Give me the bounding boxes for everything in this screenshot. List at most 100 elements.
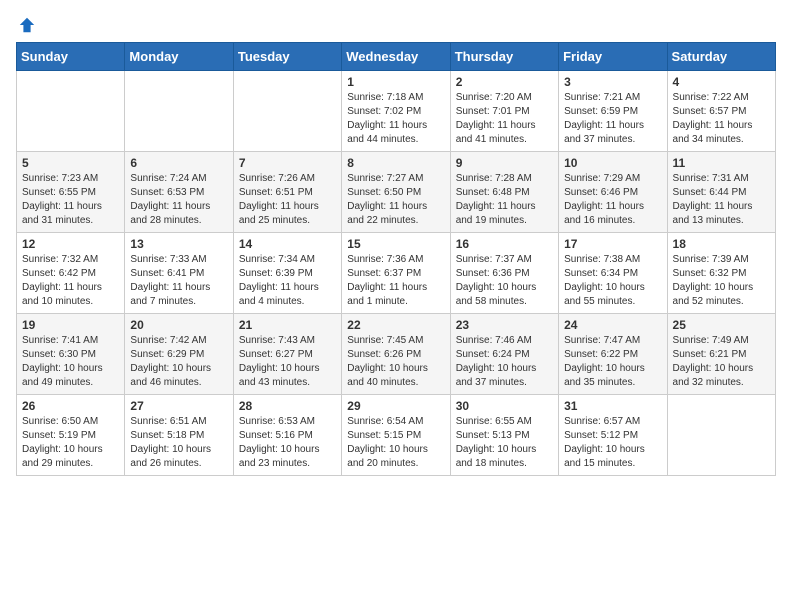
day-info: Sunrise: 7:42 AMSunset: 6:29 PMDaylight:… [130, 334, 227, 390]
calendar-cell: 12 Sunrise: 7:32 AMSunset: 6:42 PMDayligh… [17, 233, 125, 314]
calendar-cell: 7Sunrise: 7:26 AMSunset: 6:51 PMDaylight… [233, 152, 341, 233]
day-number: 19 [22, 318, 119, 332]
calendar-day-header: Monday [125, 43, 233, 71]
calendar-cell: 19 Sunrise: 7:41 AMSunset: 6:30 PMDayligh… [17, 314, 125, 395]
day-number: 8 [347, 156, 444, 170]
day-info: Sunrise: 7:47 AMSunset: 6:22 PMDaylight:… [564, 334, 661, 390]
calendar-cell: 2 Sunrise: 7:20 AMSunset: 7:01 PMDaylight… [450, 71, 558, 152]
day-info: Sunrise: 7:21 AMSunset: 6:59 PMDaylight:… [564, 91, 661, 147]
calendar-cell: 28 Sunrise: 6:53 AMSunset: 5:16 PMDayligh… [233, 395, 341, 476]
day-number: 22 [347, 318, 444, 332]
calendar-cell [233, 71, 341, 152]
calendar-cell: 15 Sunrise: 7:36 AMSunset: 6:37 PMDayligh… [342, 233, 450, 314]
calendar-cell: 21Sunrise: 7:43 AMSunset: 6:27 PMDayligh… [233, 314, 341, 395]
calendar-cell: 4 Sunrise: 7:22 AMSunset: 6:57 PMDaylight… [667, 71, 775, 152]
day-number: 5 [22, 156, 119, 170]
day-number: 6 [130, 156, 227, 170]
calendar-cell: 6 Sunrise: 7:24 AMSunset: 6:53 PMDaylight… [125, 152, 233, 233]
day-number: 11 [673, 156, 770, 170]
calendar-week-row: 1 Sunrise: 7:18 AMSunset: 7:02 PMDaylight… [17, 71, 776, 152]
day-number: 30 [456, 399, 553, 413]
calendar-cell: 26Sunrise: 6:50 AMSunset: 5:19 PMDayligh… [17, 395, 125, 476]
day-info: Sunrise: 7:18 AMSunset: 7:02 PMDaylight:… [347, 91, 444, 147]
calendar-cell: 22 Sunrise: 7:45 AMSunset: 6:26 PMDayligh… [342, 314, 450, 395]
calendar-day-header: Saturday [667, 43, 775, 71]
day-number: 9 [456, 156, 553, 170]
calendar-week-row: 26Sunrise: 6:50 AMSunset: 5:19 PMDayligh… [17, 395, 776, 476]
day-info: Sunrise: 7:41 AMSunset: 6:30 PMDaylight:… [22, 334, 119, 390]
day-number: 3 [564, 75, 661, 89]
logo-text [16, 16, 36, 34]
calendar-day-header: Tuesday [233, 43, 341, 71]
calendar-cell: 24Sunrise: 7:47 AMSunset: 6:22 PMDayligh… [559, 314, 667, 395]
day-number: 18 [673, 237, 770, 251]
day-info: Sunrise: 7:20 AMSunset: 7:01 PMDaylight:… [456, 91, 553, 147]
day-info: Sunrise: 7:39 AMSunset: 6:32 PMDaylight:… [673, 253, 770, 309]
day-info: Sunrise: 7:49 AMSunset: 6:21 PMDaylight:… [673, 334, 770, 390]
day-info: Sunrise: 7:36 AMSunset: 6:37 PMDaylight:… [347, 253, 444, 309]
calendar-cell: 3 Sunrise: 7:21 AMSunset: 6:59 PMDaylight… [559, 71, 667, 152]
calendar-cell: 8 Sunrise: 7:27 AMSunset: 6:50 PMDaylight… [342, 152, 450, 233]
calendar-cell: 5 Sunrise: 7:23 AMSunset: 6:55 PMDaylight… [17, 152, 125, 233]
day-info: Sunrise: 7:24 AMSunset: 6:53 PMDaylight:… [130, 172, 227, 228]
calendar-week-row: 19 Sunrise: 7:41 AMSunset: 6:30 PMDayligh… [17, 314, 776, 395]
calendar-cell: 25 Sunrise: 7:49 AMSunset: 6:21 PMDayligh… [667, 314, 775, 395]
day-info: Sunrise: 7:45 AMSunset: 6:26 PMDaylight:… [347, 334, 444, 390]
day-number: 31 [564, 399, 661, 413]
day-number: 15 [347, 237, 444, 251]
day-info: Sunrise: 7:38 AMSunset: 6:34 PMDaylight:… [564, 253, 661, 309]
day-number: 4 [673, 75, 770, 89]
day-number: 10 [564, 156, 661, 170]
day-number: 13 [130, 237, 227, 251]
calendar-cell: 10 Sunrise: 7:29 AMSunset: 6:46 PMDayligh… [559, 152, 667, 233]
calendar-cell [17, 71, 125, 152]
day-number: 20 [130, 318, 227, 332]
calendar-cell: 16 Sunrise: 7:37 AMSunset: 6:36 PMDayligh… [450, 233, 558, 314]
calendar-cell: 20 Sunrise: 7:42 AMSunset: 6:29 PMDayligh… [125, 314, 233, 395]
day-info: Sunrise: 7:27 AMSunset: 6:50 PMDaylight:… [347, 172, 444, 228]
day-number: 26 [22, 399, 119, 413]
day-number: 27 [130, 399, 227, 413]
day-info: Sunrise: 7:34 AMSunset: 6:39 PMDaylight:… [239, 253, 336, 309]
day-info: Sunrise: 7:37 AMSunset: 6:36 PMDaylight:… [456, 253, 553, 309]
day-info: Sunrise: 7:28 AMSunset: 6:48 PMDaylight:… [456, 172, 553, 228]
calendar-cell: 31 Sunrise: 6:57 AMSunset: 5:12 PMDayligh… [559, 395, 667, 476]
calendar-day-header: Wednesday [342, 43, 450, 71]
calendar-cell: 1 Sunrise: 7:18 AMSunset: 7:02 PMDaylight… [342, 71, 450, 152]
day-number: 16 [456, 237, 553, 251]
logo-icon [18, 16, 36, 34]
day-info: Sunrise: 7:29 AMSunset: 6:46 PMDaylight:… [564, 172, 661, 228]
day-number: 1 [347, 75, 444, 89]
calendar-week-row: 12 Sunrise: 7:32 AMSunset: 6:42 PMDayligh… [17, 233, 776, 314]
day-info: Sunrise: 7:23 AMSunset: 6:55 PMDaylight:… [22, 172, 119, 228]
calendar-cell: 14Sunrise: 7:34 AMSunset: 6:39 PMDayligh… [233, 233, 341, 314]
calendar-cell: 9 Sunrise: 7:28 AMSunset: 6:48 PMDaylight… [450, 152, 558, 233]
calendar-cell: 18 Sunrise: 7:39 AMSunset: 6:32 PMDayligh… [667, 233, 775, 314]
logo [16, 16, 36, 30]
day-number: 2 [456, 75, 553, 89]
day-info: Sunrise: 6:57 AMSunset: 5:12 PMDaylight:… [564, 415, 661, 471]
calendar-cell: 29 Sunrise: 6:54 AMSunset: 5:15 PMDayligh… [342, 395, 450, 476]
day-number: 17 [564, 237, 661, 251]
day-number: 28 [239, 399, 336, 413]
calendar-day-header: Friday [559, 43, 667, 71]
day-info: Sunrise: 7:22 AMSunset: 6:57 PMDaylight:… [673, 91, 770, 147]
day-info: Sunrise: 7:33 AMSunset: 6:41 PMDaylight:… [130, 253, 227, 309]
day-info: Sunrise: 7:26 AMSunset: 6:51 PMDaylight:… [239, 172, 336, 228]
calendar-cell: 23Sunrise: 7:46 AMSunset: 6:24 PMDayligh… [450, 314, 558, 395]
calendar-cell: 17 Sunrise: 7:38 AMSunset: 6:34 PMDayligh… [559, 233, 667, 314]
calendar-cell: 27 Sunrise: 6:51 AMSunset: 5:18 PMDayligh… [125, 395, 233, 476]
day-info: Sunrise: 6:53 AMSunset: 5:16 PMDaylight:… [239, 415, 336, 471]
day-info: Sunrise: 6:54 AMSunset: 5:15 PMDaylight:… [347, 415, 444, 471]
page: SundayMondayTuesdayWednesdayThursdayFrid… [0, 0, 792, 492]
day-number: 25 [673, 318, 770, 332]
calendar-cell [125, 71, 233, 152]
calendar-cell [667, 395, 775, 476]
day-number: 29 [347, 399, 444, 413]
day-number: 21 [239, 318, 336, 332]
day-number: 12 [22, 237, 119, 251]
day-info: Sunrise: 7:46 AMSunset: 6:24 PMDaylight:… [456, 334, 553, 390]
calendar-day-header: Sunday [17, 43, 125, 71]
day-info: Sunrise: 6:51 AMSunset: 5:18 PMDaylight:… [130, 415, 227, 471]
day-info: Sunrise: 7:32 AMSunset: 6:42 PMDaylight:… [22, 253, 119, 309]
